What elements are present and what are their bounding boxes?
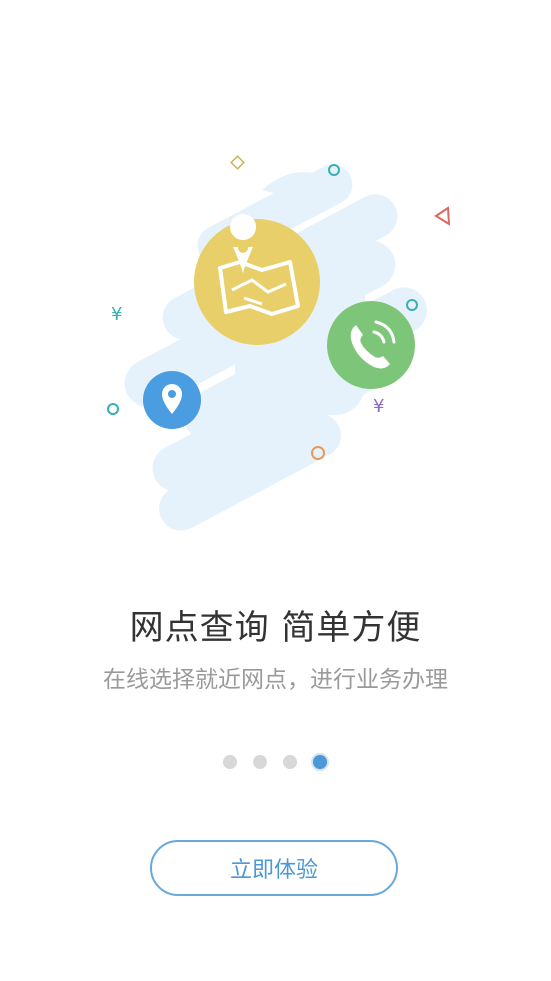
triangle-decoration — [434, 206, 451, 226]
yen-decoration: ¥ — [111, 304, 122, 325]
page-dot — [223, 755, 237, 769]
illustration: ¥ ¥ — [107, 155, 451, 531]
page-dot — [283, 755, 297, 769]
page-title: 网点查询 简单方便 — [129, 608, 422, 648]
page-dot — [253, 755, 267, 769]
diamond-decoration — [230, 155, 245, 170]
try-now-button-label: 立即体验 — [229, 858, 318, 883]
yen-decoration: ¥ — [373, 396, 384, 417]
page-indicator — [223, 753, 333, 771]
location-pin-icon — [143, 371, 201, 429]
circle-decoration — [107, 403, 119, 415]
page-dot-active — [311, 753, 329, 771]
phone-icon — [327, 301, 415, 389]
onboarding-screen: ¥ ¥ 网点查询 简单方便 在线选择就近网点，进行业务办理 立即体验 — [0, 0, 551, 981]
try-now-button[interactable]: 立即体验 — [150, 840, 398, 896]
page-subtitle: 在线选择就近网点，进行业务办理 — [103, 667, 448, 693]
